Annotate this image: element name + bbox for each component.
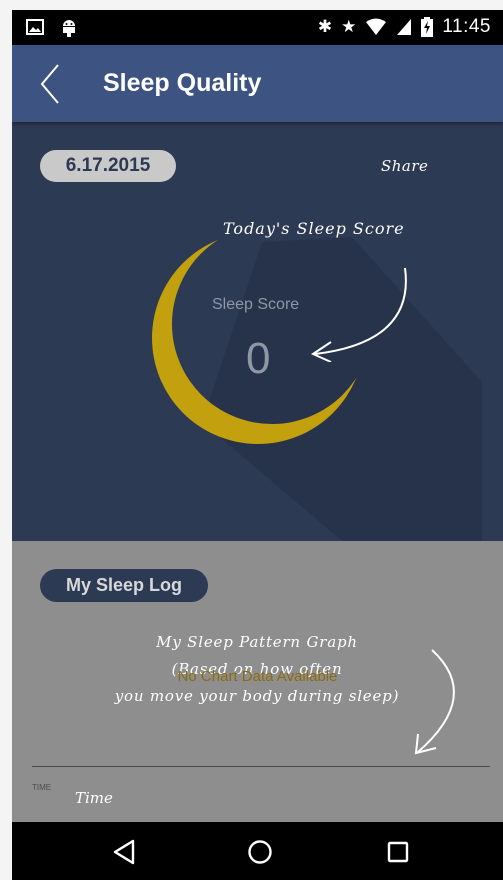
star-icon: ★ bbox=[341, 17, 357, 36]
android-icon bbox=[63, 20, 75, 37]
recents-square-icon[interactable] bbox=[382, 836, 414, 868]
chevron-left-icon[interactable] bbox=[34, 59, 74, 109]
annotation-line: My Sleep Pattern Graph bbox=[156, 633, 358, 651]
time-axis-label: TIME bbox=[32, 783, 52, 792]
chart-axis-line bbox=[32, 766, 490, 767]
annotation-arrow-icon bbox=[310, 267, 407, 362]
back-triangle-icon[interactable] bbox=[109, 836, 141, 868]
app-screen: ✱ ★ 11:45 Sleep Quality 6.17.2015 Share … bbox=[12, 10, 503, 880]
annotation-arrow-icon bbox=[414, 649, 455, 755]
wifi-icon bbox=[366, 18, 387, 35]
sleep-score-section: 6.17.2015 Share Today's Sleep Score Slee… bbox=[12, 122, 503, 541]
app-bar: Sleep Quality bbox=[12, 45, 503, 122]
annotation-line: you move your body during sleep) bbox=[114, 687, 400, 705]
image-icon bbox=[26, 19, 44, 35]
date-badge[interactable]: 6.17.2015 bbox=[40, 150, 176, 182]
page-title: Sleep Quality bbox=[103, 69, 262, 97]
system-nav-bar bbox=[12, 822, 503, 880]
status-time: 11:45 bbox=[442, 16, 491, 37]
my-sleep-log-button[interactable]: My Sleep Log bbox=[40, 569, 208, 602]
home-circle-icon[interactable] bbox=[244, 836, 276, 868]
sleep-score-value: 0 bbox=[246, 334, 271, 383]
bluetooth-icon: ✱ bbox=[317, 17, 333, 36]
signal-icon bbox=[397, 19, 412, 35]
status-bar: ✱ ★ 11:45 bbox=[12, 10, 503, 45]
battery-charging-icon bbox=[421, 17, 434, 37]
share-button[interactable]: Share bbox=[381, 157, 428, 175]
annotation-time: Time bbox=[75, 789, 113, 807]
sleep-score-label: Sleep Score bbox=[212, 296, 300, 313]
sleep-log-section: My Sleep Log My Sleep Pattern Graph (Bas… bbox=[12, 541, 503, 822]
